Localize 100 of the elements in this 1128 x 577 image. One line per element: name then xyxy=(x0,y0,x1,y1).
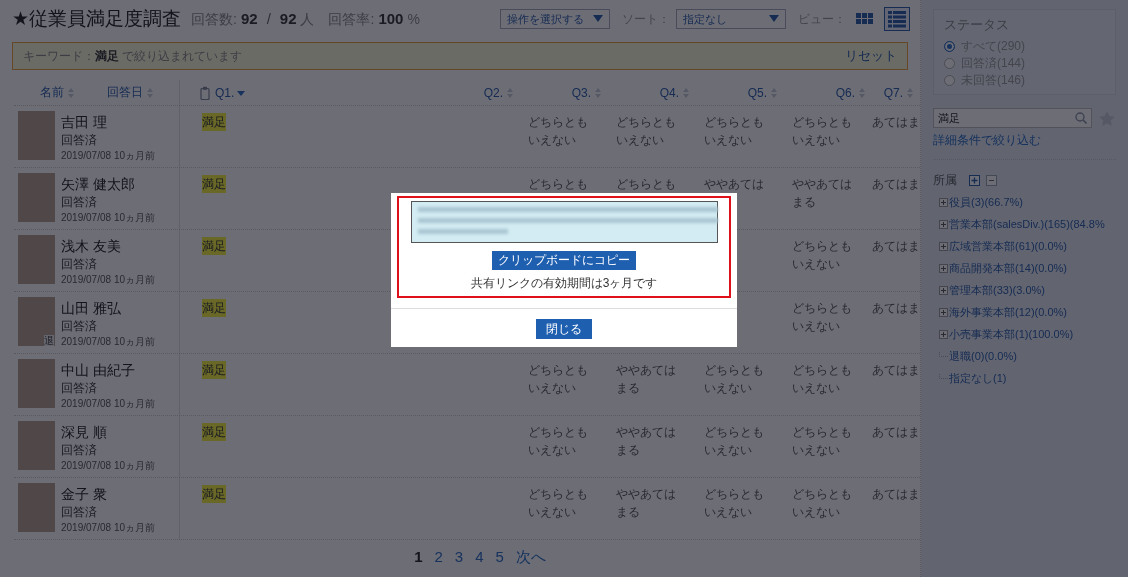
radio-button[interactable] xyxy=(944,58,955,69)
expand-icon xyxy=(939,329,948,339)
answer-text: どちらともいえない xyxy=(528,114,589,149)
department-link[interactable]: 管理本部(33)(3.0%) xyxy=(949,282,1045,298)
column-header[interactable]: Q1. xyxy=(215,85,235,100)
answer-text: どちらともいえない xyxy=(704,424,765,459)
page-link[interactable]: 3 xyxy=(454,548,464,567)
answer-text: あてはま xyxy=(872,238,920,255)
person-name[interactable]: 中山 由紀子 xyxy=(61,361,156,379)
response-status: 回答済 xyxy=(61,380,98,397)
collapse-all-icon xyxy=(986,175,997,186)
answer-text: あてはま xyxy=(872,114,920,131)
answer-text: どちらともいえない xyxy=(704,362,765,397)
photo-placeholder xyxy=(18,235,55,284)
column-header[interactable]: Q7. xyxy=(883,85,903,100)
page-link[interactable]: 2 xyxy=(434,548,443,567)
department-link[interactable]: 小売事業本部(1)(100.0%) xyxy=(949,326,1074,342)
answer-text: 満足 xyxy=(202,361,226,379)
stat-separator: / xyxy=(266,9,271,27)
copy-button[interactable]: クリップボードにコピー xyxy=(492,251,636,270)
person-name[interactable]: 金子 衆 xyxy=(61,485,156,503)
answer-text: どちらともいえない xyxy=(704,486,765,521)
person-name[interactable]: 山田 雅弘 xyxy=(61,299,156,317)
answer-text: ややあては xyxy=(704,176,765,193)
response-date: 2019/07/08 xyxy=(61,335,112,349)
response-date: 2019/07/08 xyxy=(61,397,112,411)
photo-placeholder xyxy=(18,173,55,222)
answer-text: あてはま xyxy=(872,176,920,193)
expiry-note: 共有リンクの有効期間は3ヶ月です xyxy=(470,275,658,292)
list-view-button[interactable] xyxy=(884,7,910,31)
answer-text: どちらともいえない xyxy=(792,114,853,149)
column-header[interactable]: Q6. xyxy=(835,85,855,100)
dropdown[interactable]: 操作を選択する xyxy=(500,9,610,29)
department-link[interactable]: 商品開発本部(14)(0.0%) xyxy=(949,260,1067,276)
expand-icon xyxy=(939,197,948,207)
answer-text: どちらともいえない xyxy=(704,114,765,149)
person-name[interactable]: 矢澤 健太郎 xyxy=(61,175,156,193)
response-status: 回答済 xyxy=(61,194,98,211)
department-link[interactable]: 広域営業本部(61)(0.0%) xyxy=(949,238,1067,254)
expand-icon xyxy=(939,219,948,229)
department-link[interactable]: 指定なし(1) xyxy=(949,370,1007,386)
department-link[interactable]: 海外事業本部(12)(0.0%) xyxy=(949,304,1067,320)
radio-button[interactable] xyxy=(944,41,955,52)
department-link[interactable]: 退職(0)(0.0%) xyxy=(949,348,1017,364)
person-name[interactable]: 吉田 理 xyxy=(61,113,156,131)
department-link[interactable]: 役員(3)(66.7%) xyxy=(949,194,1023,210)
answer-text: あてはま xyxy=(872,424,920,441)
answer-text: どちらともいえない xyxy=(792,486,853,521)
response-status: 回答済 xyxy=(61,132,98,149)
reset-link[interactable]: リセット xyxy=(845,47,897,65)
column-header[interactable]: 回答日 xyxy=(107,84,143,101)
answer-text: 満足 xyxy=(202,299,226,317)
blurred-link-field[interactable] xyxy=(410,201,718,243)
column-header[interactable]: Q5. xyxy=(747,85,767,100)
photo-placeholder xyxy=(18,359,55,408)
answer-text: あてはま xyxy=(872,300,920,317)
person-name[interactable]: 深見 順 xyxy=(61,423,156,441)
answer-text: どちらともいえない xyxy=(616,114,677,149)
answer-text: 満足 xyxy=(202,237,226,255)
expand-icon xyxy=(939,307,948,317)
answer-text: あてはま xyxy=(872,362,920,379)
page-link[interactable]: 4 xyxy=(475,548,484,567)
response-status: 回答済 xyxy=(61,504,98,521)
retired-badge: 退 xyxy=(44,335,54,346)
answer-text: ややあてはまる xyxy=(792,176,853,211)
page-link[interactable]: 5 xyxy=(495,548,504,567)
column-header[interactable]: Q2. xyxy=(483,85,503,100)
photo-placeholder xyxy=(18,483,55,532)
column-header[interactable]: 名前 xyxy=(40,84,64,101)
response-status: 回答済 xyxy=(61,442,98,459)
response-date: 2019/07/08 xyxy=(61,459,112,473)
answer-text: どちらともいえない xyxy=(792,362,853,397)
department-link[interactable]: 営業本部(salesDiv.)(165)(84.8% xyxy=(949,216,1105,232)
answer-text: 満足 xyxy=(202,423,226,441)
answer-text: どちらとも xyxy=(528,176,589,193)
radio-button[interactable] xyxy=(944,75,955,86)
column-header[interactable]: Q3. xyxy=(571,85,591,100)
answer-text: 満足 xyxy=(202,485,226,503)
answer-text: どちらともいえない xyxy=(528,486,589,521)
caret-icon xyxy=(593,15,603,23)
answer-text: どちらともいえない xyxy=(792,424,853,459)
answer-text: 満足 xyxy=(202,175,226,193)
answer-text: 満足 xyxy=(202,113,226,131)
response-date: 2019/07/08 xyxy=(61,521,112,535)
answer-text: どちらともいえない xyxy=(792,300,853,335)
response-date: 2019/07/08 xyxy=(61,149,112,163)
column-header[interactable]: Q4. xyxy=(659,85,679,100)
expand-icon xyxy=(939,241,948,251)
response-status: 回答済 xyxy=(61,256,98,273)
next-page-link[interactable]: 次へ xyxy=(515,548,546,567)
search-field[interactable]: 満足 xyxy=(933,108,1092,128)
answer-text: どちらともいえない xyxy=(528,362,589,397)
page-link[interactable]: 1 xyxy=(414,548,423,567)
answer-text: ややあてはまる xyxy=(616,362,677,397)
page-title: ★従業員満足度調査 xyxy=(12,7,182,31)
person-name[interactable]: 浅木 友美 xyxy=(61,237,156,255)
dropdown[interactable]: 指定なし xyxy=(676,9,786,29)
advanced-filter-link[interactable]: 詳細条件で絞り込む xyxy=(933,132,1116,149)
close-button[interactable]: 閉じる xyxy=(536,319,592,339)
answer-text: ややあてはまる xyxy=(616,486,677,521)
